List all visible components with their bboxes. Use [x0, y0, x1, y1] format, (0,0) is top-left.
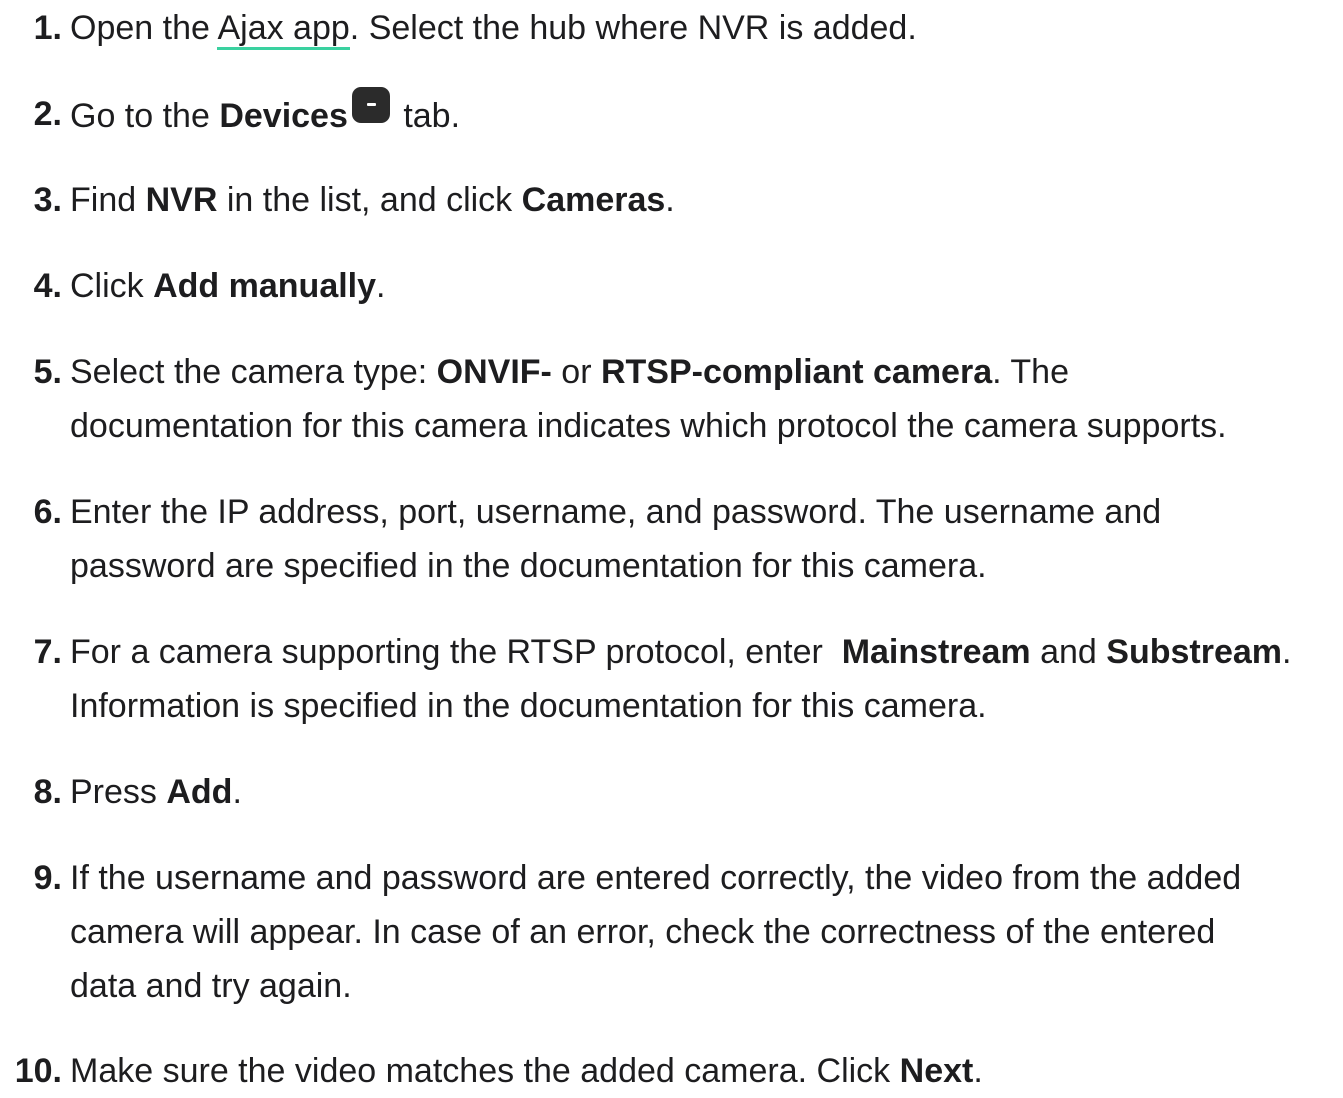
step-number: 6. [33, 493, 62, 531]
step-number: 5. [33, 353, 62, 391]
next-label: Next [899, 1052, 974, 1090]
devices-tab-icon [351, 87, 390, 123]
step-text-part: Go to the [70, 97, 220, 135]
step-text: Enter the IP address, port, username, an… [70, 485, 1338, 593]
step-text-part: password are specified in the documentat… [70, 547, 987, 585]
mainstream-label: Mainstream [841, 633, 1031, 671]
step-text: Make sure the video matches the added ca… [70, 1044, 1338, 1098]
step-text: For a camera supporting the RTSP protoco… [70, 625, 1338, 733]
step-text-part: or [551, 353, 601, 391]
step-number: 1. [33, 9, 62, 47]
cameras-label: Cameras [521, 181, 666, 219]
step-number: 9. [33, 859, 62, 897]
step-text-part: camera will appear. In case of an error,… [70, 913, 1216, 951]
step-text: Click Add manually. [70, 259, 1338, 313]
step-text: Press Add. [70, 765, 1338, 819]
step-text-part: Open the [70, 9, 218, 47]
step-text-part: Information is specified in the document… [70, 687, 987, 725]
step-text-part: data and try again. [70, 967, 352, 1005]
step-text: Go to the Devices tab. [70, 87, 1338, 143]
substream-label: Substream [1106, 633, 1283, 671]
step-text-part: Enter the IP address, port, username, an… [70, 493, 1162, 531]
step-text: Find NVR in the list, and click Cameras. [70, 173, 1338, 227]
step-text-part: Press [70, 773, 167, 811]
step-number: 10. [14, 1052, 62, 1090]
ajax-app-link[interactable]: Ajax app [217, 9, 350, 50]
add-manually-label: Add manually [153, 267, 377, 305]
step-text-part: . [232, 773, 242, 811]
nvr-label: NVR [145, 181, 218, 219]
step-text-part: and [1030, 633, 1107, 671]
step-text-part: tab. [393, 97, 461, 135]
step-text-part: in the list, and click [217, 181, 522, 219]
step-text: Select the camera type: ONVIF- or RTSP-c… [70, 345, 1338, 453]
step-number: 8. [33, 773, 62, 811]
step-number: 2. [33, 95, 62, 133]
step-text-part: . The [992, 353, 1069, 391]
step-text: Open the Ajax app. Select the hub where … [70, 1, 1338, 55]
step-text-part: Make sure the video matches the added ca… [70, 1052, 900, 1090]
rtsp-camera-label: RTSP-compliant camera [600, 353, 993, 391]
step-text-part: . [973, 1052, 983, 1090]
onvif-label: ONVIF- [436, 353, 552, 391]
step-text-part: Find [70, 181, 146, 219]
step-text-part: . [665, 181, 675, 219]
devices-label: Devices [219, 97, 348, 135]
step-text-part: documentation for this camera indicates … [70, 407, 1227, 445]
step-number: 7. [33, 633, 62, 671]
step-text-part: . [376, 267, 386, 305]
add-label: Add [166, 773, 233, 811]
step-text-part: For a camera supporting the RTSP protoco… [70, 633, 842, 671]
step-text-part: . Select the hub where NVR is added. [349, 9, 917, 47]
step-text-part: If the username and password are entered… [70, 859, 1242, 897]
step-text-part: . [1282, 633, 1292, 671]
step-text-part: Select the camera type: [70, 353, 437, 391]
step-text: If the username and password are entered… [70, 851, 1338, 1013]
step-text-part: Click [70, 267, 154, 305]
step-number: 4. [33, 267, 62, 305]
step-number: 3. [33, 181, 62, 219]
